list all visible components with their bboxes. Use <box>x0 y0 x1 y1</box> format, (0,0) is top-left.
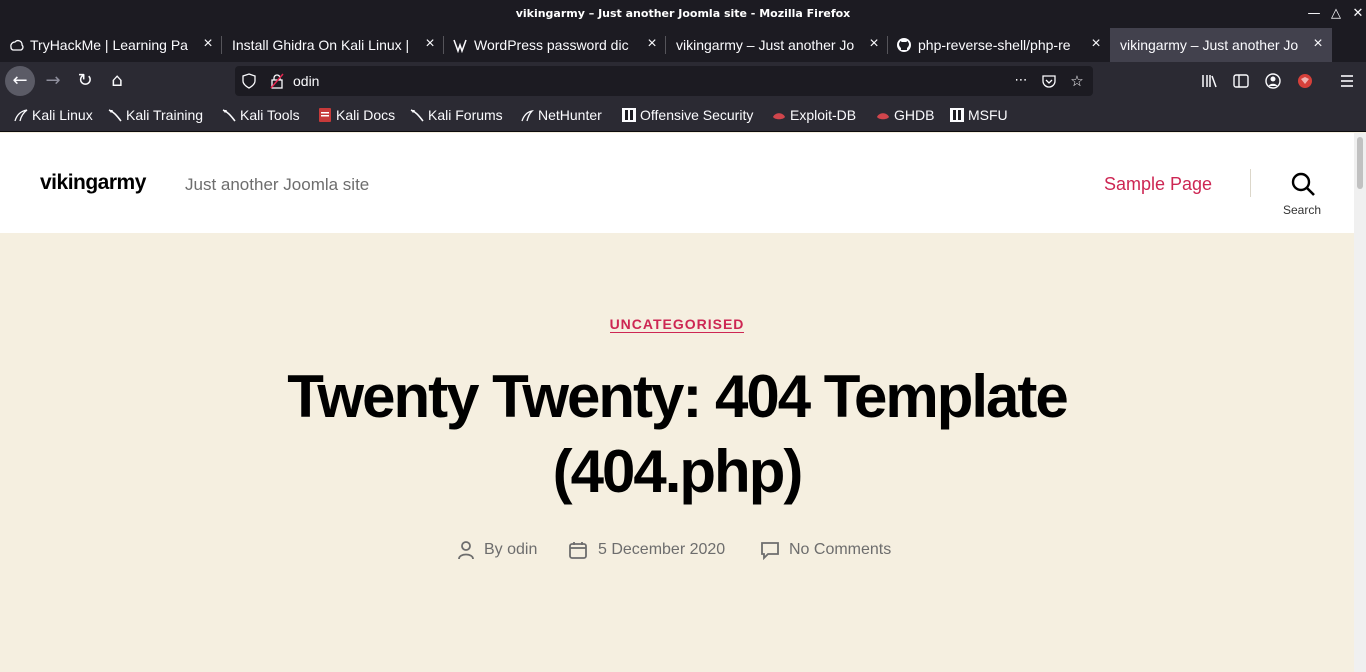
close-tab-icon[interactable]: × <box>1088 36 1104 52</box>
tab-label: WordPress password dic <box>474 37 629 53</box>
author-link[interactable]: By odin <box>484 541 537 559</box>
msfu-icon <box>950 108 964 122</box>
tab-label: TryHackMe | Learning Pa <box>30 37 188 53</box>
post-author: By odin <box>456 539 556 561</box>
maximize-icon[interactable]: △ <box>1326 4 1346 24</box>
bookmark-label: NetHunter <box>538 107 602 123</box>
bookmark-exploit-db[interactable]: Exploit-DB <box>772 107 856 125</box>
post-comments: No Comments <box>760 539 920 561</box>
search-button[interactable]: Search <box>1278 169 1326 219</box>
search-icon <box>1291 172 1315 196</box>
page-actions-icon[interactable]: ⋯ <box>1013 73 1029 89</box>
bookmark-label: MSFU <box>968 107 1008 123</box>
offsec-icon <box>622 108 636 122</box>
close-window-icon[interactable]: ✕ <box>1348 4 1366 24</box>
kali-dragon-icon <box>108 109 122 122</box>
back-icon[interactable]: ← <box>5 66 35 96</box>
tab-label: Install Ghidra On Kali Linux | <box>232 37 410 53</box>
close-tab-icon[interactable]: × <box>644 36 660 52</box>
close-tab-icon[interactable]: × <box>422 36 438 52</box>
shield-icon[interactable] <box>241 73 257 89</box>
page-scrollbar[interactable] <box>1354 133 1366 672</box>
post-date: 5 December 2020 <box>568 539 748 561</box>
tab-tryhackme[interactable]: TryHackMe | Learning Pa × <box>0 28 222 62</box>
account-icon[interactable] <box>1264 72 1282 90</box>
window-titlebar: vikingarmy – Just another Joomla site - … <box>0 0 1366 28</box>
post-category: UNCATEGORISED <box>0 314 1354 333</box>
bookmark-label: Kali Docs <box>336 107 396 123</box>
category-link[interactable]: UNCATEGORISED <box>609 316 745 333</box>
kali-dragon-icon <box>410 109 424 122</box>
library-icon[interactable] <box>1200 72 1218 90</box>
tab-bar: TryHackMe | Learning Pa × Install Ghidra… <box>0 28 1366 83</box>
tab-label: vikingarmy – Just another Jo <box>1120 37 1299 53</box>
bookmark-star-icon[interactable]: ☆ <box>1069 73 1085 89</box>
user-icon <box>458 541 474 560</box>
address-bar[interactable]: odin ⋯ ☆ <box>235 66 1093 96</box>
bookmark-nethunter[interactable]: NetHunter <box>520 107 602 125</box>
header-separator <box>1250 169 1251 197</box>
comments-link[interactable]: No Comments <box>789 541 891 559</box>
tab-vikingarmy-active[interactable]: vikingarmy – Just another Jo × <box>1110 28 1332 62</box>
close-tab-icon[interactable]: × <box>866 36 882 52</box>
bookmark-label: Kali Linux <box>32 107 93 123</box>
reload-icon[interactable]: ↻ <box>70 66 100 96</box>
bookmark-kali-docs[interactable]: Kali Docs <box>318 107 395 125</box>
tab-label: vikingarmy – Just another Jo <box>676 37 855 53</box>
site-description: Just another Joomla site <box>185 175 370 194</box>
sidebar-icon[interactable] <box>1232 72 1250 90</box>
bookmark-label: GHDB <box>894 107 935 123</box>
bookmark-label: Offensive Security <box>640 107 754 123</box>
date-link[interactable]: 5 December 2020 <box>598 541 725 559</box>
tryhackme-icon <box>10 40 24 51</box>
scrollbar-thumb[interactable] <box>1357 137 1363 189</box>
bookmark-kali-training[interactable]: Kali Training <box>108 107 203 125</box>
calendar-icon <box>569 542 587 559</box>
menu-icon[interactable] <box>1338 72 1356 90</box>
wordpress-icon <box>453 39 467 53</box>
bookmark-label: Exploit-DB <box>790 107 857 123</box>
pocket-icon[interactable] <box>1041 73 1057 89</box>
navigation-toolbar: ← → ↻ ⌂ odin ⋯ ☆ <box>0 62 1366 100</box>
insecure-lock-icon[interactable] <box>269 73 285 89</box>
comment-icon <box>761 542 779 560</box>
kali-docs-icon <box>319 108 331 122</box>
bookmark-offensive-security[interactable]: Offensive Security <box>622 107 753 125</box>
bookmark-kali-forums[interactable]: Kali Forums <box>410 107 503 125</box>
bookmark-label: Kali Tools <box>240 107 300 123</box>
tab-php-reverse-shell[interactable]: php-reverse-shell/php-re × <box>888 28 1110 62</box>
exploit-db-icon <box>773 113 785 120</box>
bookmark-label: Kali Forums <box>428 107 503 123</box>
url-text: odin <box>293 73 320 89</box>
extension-icon[interactable] <box>1296 72 1314 90</box>
search-label: Search <box>1282 203 1322 217</box>
kali-dragon-icon <box>14 109 28 122</box>
bookmarks-toolbar: Kali Linux Kali Training Kali Tools Kali… <box>0 100 1366 132</box>
page-content: vikingarmy Just another Joomla site Samp… <box>0 133 1354 672</box>
bookmark-kali-linux[interactable]: Kali Linux <box>14 107 93 125</box>
kali-dragon-icon <box>222 109 236 122</box>
nav-link-sample-page[interactable]: Sample Page <box>1104 174 1212 195</box>
tab-ghidra[interactable]: Install Ghidra On Kali Linux | × <box>222 28 444 62</box>
ghdb-icon <box>877 113 889 120</box>
minimize-icon[interactable]: — <box>1304 4 1324 24</box>
github-icon <box>897 38 911 52</box>
tab-vikingarmy[interactable]: vikingarmy – Just another Jo × <box>666 28 888 62</box>
bookmark-msfu[interactable]: MSFU <box>950 107 1008 125</box>
site-header: vikingarmy Just another Joomla site Samp… <box>0 133 1354 233</box>
bookmark-label: Kali Training <box>126 107 204 123</box>
post-title: Twenty Twenty: 404 Template (404.php) <box>287 363 1069 505</box>
forward-icon[interactable]: → <box>38 66 68 96</box>
close-tab-icon[interactable]: × <box>200 36 216 52</box>
close-tab-icon[interactable]: × <box>1310 36 1326 52</box>
bookmark-ghdb[interactable]: GHDB <box>876 107 934 125</box>
site-title[interactable]: vikingarmy <box>40 171 146 195</box>
tab-wordpress[interactable]: WordPress password dic × <box>444 28 666 62</box>
home-icon[interactable]: ⌂ <box>102 66 132 96</box>
tab-label: php-reverse-shell/php-re <box>918 37 1071 53</box>
bookmark-kali-tools[interactable]: Kali Tools <box>222 107 300 125</box>
window-title: vikingarmy – Just another Joomla site - … <box>515 7 851 20</box>
nethunter-icon <box>521 109 534 122</box>
